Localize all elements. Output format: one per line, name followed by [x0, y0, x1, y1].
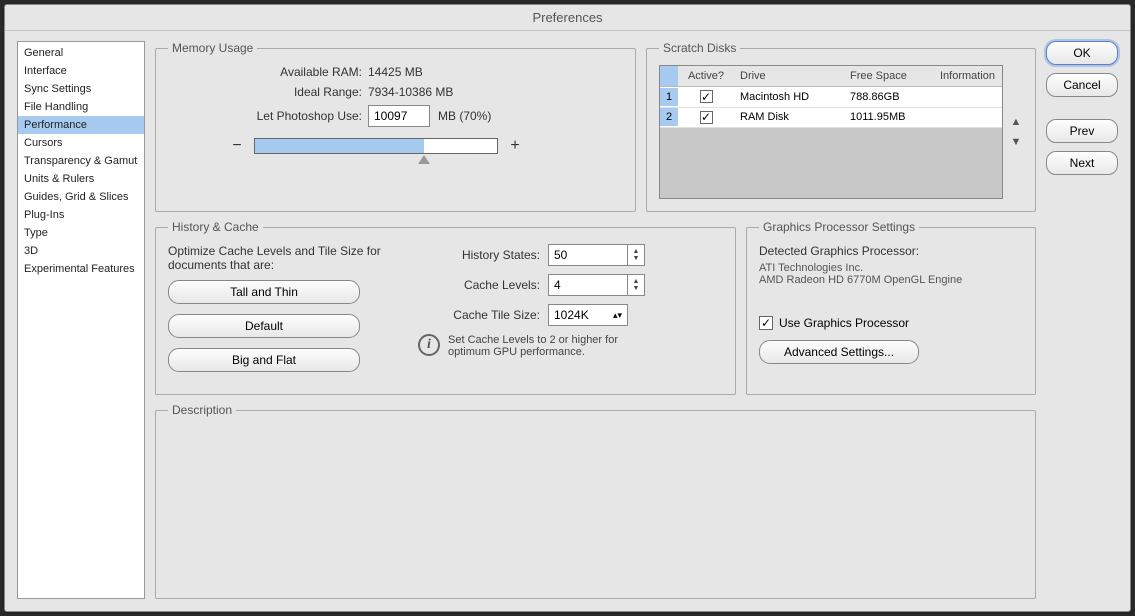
sidebar-item-sync-settings[interactable]: Sync Settings [18, 80, 144, 98]
window-title: Preferences [532, 10, 602, 25]
col-active: Active? [678, 66, 734, 86]
memory-slider[interactable] [254, 138, 498, 154]
prev-button[interactable]: Prev [1046, 119, 1118, 143]
default-button[interactable]: Default [168, 314, 360, 338]
gpu-settings-legend: Graphics Processor Settings [759, 220, 919, 234]
description-legend: Description [168, 403, 236, 417]
sidebar-item-experimental-features[interactable]: Experimental Features [18, 260, 144, 278]
scratch-free-space: 1011.95MB [844, 108, 934, 126]
sidebar-item-transparency-gamut[interactable]: Transparency & Gamut [18, 152, 144, 170]
scratch-disks-table: Active? Drive Free Space Information 1 ✓ M… [659, 65, 1003, 199]
next-button[interactable]: Next [1046, 151, 1118, 175]
col-drive: Drive [734, 66, 844, 86]
preferences-dialog: Preferences GeneralInterfaceSync Setting… [4, 4, 1131, 612]
gpu-vendor: ATI Technologies Inc. [759, 262, 1023, 274]
ideal-range-value: 7934-10386 MB [368, 85, 453, 99]
scratch-table-header: Active? Drive Free Space Information [660, 66, 1002, 87]
advanced-settings-button[interactable]: Advanced Settings... [759, 340, 919, 364]
history-states-stepper[interactable]: ▲▼ [627, 244, 645, 266]
memory-decrease-button[interactable]: − [228, 137, 246, 155]
chevron-updown-icon: ▴▾ [613, 310, 622, 321]
sidebar-item-performance[interactable]: Performance [18, 116, 144, 134]
cache-hint-text: Set Cache Levels to 2 or higher for opti… [448, 334, 648, 358]
detected-gpu-label: Detected Graphics Processor: [759, 244, 1023, 258]
check-icon: ✓ [701, 91, 711, 103]
scratch-active-checkbox[interactable]: ✓ [700, 111, 713, 124]
memory-usage-group: Memory Usage Available RAM: 14425 MB Ide… [155, 41, 636, 212]
available-ram-label: Available RAM: [168, 65, 368, 79]
scratch-disks-group: Scratch Disks Active? Drive Free Space I… [646, 41, 1036, 212]
big-and-flat-button[interactable]: Big and Flat [168, 348, 360, 372]
description-group: Description [155, 403, 1036, 599]
use-gpu-checkbox[interactable]: ✓ [759, 316, 773, 330]
sidebar-item-interface[interactable]: Interface [18, 62, 144, 80]
col-info: Information [934, 66, 1002, 86]
main-panel: Memory Usage Available RAM: 14425 MB Ide… [155, 41, 1036, 599]
history-cache-legend: History & Cache [168, 220, 263, 234]
scratch-information [934, 114, 1002, 120]
memory-slider-fill [255, 139, 424, 153]
let-photoshop-use-label: Let Photoshop Use: [168, 109, 368, 123]
history-states-label: History States: [418, 248, 548, 262]
sidebar-item-units-rulers[interactable]: Units & Rulers [18, 170, 144, 188]
sidebar-item-cursors[interactable]: Cursors [18, 134, 144, 152]
col-free: Free Space [844, 66, 934, 86]
cache-levels-label: Cache Levels: [418, 278, 548, 292]
scratch-row-index: 2 [660, 108, 678, 126]
cache-levels-stepper[interactable]: ▲▼ [627, 274, 645, 296]
cancel-button[interactable]: Cancel [1046, 73, 1118, 97]
let-photoshop-use-suffix: MB (70%) [430, 109, 491, 123]
sidebar: GeneralInterfaceSync SettingsFile Handli… [17, 41, 145, 599]
scratch-active-checkbox[interactable]: ✓ [700, 90, 713, 103]
cache-tile-size-value: 1024K [554, 308, 589, 322]
cache-tile-size-select[interactable]: 1024K ▴▾ [548, 304, 628, 326]
memory-increase-button[interactable]: + [506, 137, 524, 155]
ok-button[interactable]: OK [1046, 41, 1118, 65]
memory-usage-legend: Memory Usage [168, 41, 257, 55]
ideal-range-label: Ideal Range: [168, 85, 368, 99]
right-buttons-column: OK Cancel Prev Next [1046, 41, 1118, 599]
scratch-disks-legend: Scratch Disks [659, 41, 740, 55]
info-icon: i [418, 334, 440, 356]
history-cache-group: History & Cache Optimize Cache Levels an… [155, 220, 736, 395]
use-gpu-label: Use Graphics Processor [779, 316, 909, 330]
scratch-drive-name: Macintosh HD [734, 88, 844, 106]
sidebar-item-plug-ins[interactable]: Plug-Ins [18, 206, 144, 224]
dialog-body: GeneralInterfaceSync SettingsFile Handli… [5, 31, 1130, 611]
cache-tile-size-label: Cache Tile Size: [418, 308, 548, 322]
history-states-input[interactable] [548, 244, 628, 266]
sidebar-item-guides-grid-slices[interactable]: Guides, Grid & Slices [18, 188, 144, 206]
cache-levels-input[interactable] [548, 274, 628, 296]
gpu-model: AMD Radeon HD 6770M OpenGL Engine [759, 274, 1023, 286]
scratch-free-space: 788.86GB [844, 88, 934, 106]
scratch-move-down-button[interactable]: ▼ [1009, 135, 1023, 149]
sidebar-item-3d[interactable]: 3D [18, 242, 144, 260]
scratch-disk-row[interactable]: 2 ✓ RAM Disk1011.95MB [660, 108, 1002, 129]
sidebar-item-general[interactable]: General [18, 44, 144, 62]
scratch-disk-row[interactable]: 1 ✓ Macintosh HD788.86GB [660, 87, 1002, 108]
scratch-information [934, 94, 1002, 100]
sidebar-item-file-handling[interactable]: File Handling [18, 98, 144, 116]
check-icon: ✓ [701, 111, 711, 123]
scratch-row-index: 1 [660, 88, 678, 106]
check-icon: ✓ [761, 317, 771, 329]
sidebar-item-type[interactable]: Type [18, 224, 144, 242]
tall-and-thin-button[interactable]: Tall and Thin [168, 280, 360, 304]
scratch-move-up-button[interactable]: ▲ [1009, 115, 1023, 129]
scratch-drive-name: RAM Disk [734, 108, 844, 126]
gpu-settings-group: Graphics Processor Settings Detected Gra… [746, 220, 1036, 395]
optimize-text: Optimize Cache Levels and Tile Size for … [168, 244, 388, 272]
titlebar: Preferences [5, 5, 1130, 31]
memory-slider-thumb[interactable] [418, 155, 430, 164]
available-ram-value: 14425 MB [368, 65, 423, 79]
let-photoshop-use-input[interactable] [368, 105, 430, 127]
